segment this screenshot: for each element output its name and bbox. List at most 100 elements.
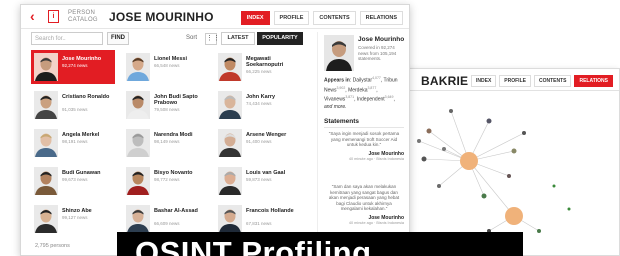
person-photo [34, 91, 58, 119]
search-input[interactable]: Search for.. [31, 32, 103, 45]
person-name: Budi Gunawan [62, 170, 101, 176]
statement-item: "Saya ingin menjadi sosok pertama yang m… [324, 131, 404, 162]
profile-description: Covered in 92,274 news from 105,194 stat… [358, 45, 397, 61]
person-news-count: 98,149 news [154, 139, 180, 144]
person-photo [218, 167, 242, 195]
source-link[interactable]: Independent [357, 97, 385, 103]
relations-window: BAKRIE INDEX PROFILE CONTENTS RELATIONS [388, 68, 620, 256]
appears-in: Appears in: Dailystar4,077, Tribun News3… [324, 76, 398, 110]
chevron-left-icon[interactable]: ‹ [30, 9, 35, 23]
page-title: JOSE MOURINHO [109, 10, 214, 24]
relations-header: BAKRIE INDEX PROFILE CONTENTS RELATIONS [389, 69, 619, 91]
person-news-count: 66,225 news [246, 69, 272, 74]
person-news-count: 66,548 news [154, 63, 180, 68]
person-news-count: 74,434 news [246, 101, 272, 106]
person-card[interactable]: Lionel Messi 66,548 news [123, 50, 207, 84]
source-link[interactable]: Merdeka [348, 87, 367, 93]
person-news-count: 98,772 news [154, 177, 180, 182]
person-card[interactable]: Francois Hollande 67,831 news [215, 202, 299, 236]
person-card[interactable]: Arsene Wenger 91,400 news [215, 126, 299, 160]
person-news-count: 99,127 news [62, 215, 88, 220]
profile-name: Jose Mourinho [358, 36, 405, 43]
statement-item: "Sam dan saya akan melakukan kemitraan y… [324, 184, 404, 226]
title-banner: OSINT Profiling [117, 232, 523, 256]
person-news-count: 59,873 news [246, 177, 272, 182]
person-photo [218, 129, 242, 157]
person-card[interactable]: Budi Gunawan 99,673 news [31, 164, 115, 198]
tab-relations[interactable]: RELATIONS [574, 75, 613, 87]
person-photo [34, 53, 58, 81]
person-news-count: 66,609 news [154, 221, 180, 226]
person-name: Arsene Wenger [246, 132, 287, 138]
sort-popularity-button[interactable]: POPULARITY [257, 32, 303, 45]
person-name: Louis van Gaal [246, 170, 286, 176]
person-card[interactable]: Narendra Modi 98,149 news [123, 126, 207, 160]
appears-label: Appears in [324, 77, 350, 84]
person-card[interactable]: John Karry 74,434 news [215, 88, 299, 122]
graph-nodes [417, 109, 571, 233]
person-card[interactable]: Bashar Al-Assad 66,609 news [123, 202, 207, 236]
person-news-count: 99,673 news [62, 177, 88, 182]
person-photo [126, 53, 150, 81]
sort-latest-button[interactable]: LATEST [221, 32, 255, 45]
tab-index[interactable]: INDEX [471, 75, 497, 87]
source-link[interactable]: Dailystar [353, 78, 372, 84]
main-tabs: INDEX PROFILE CONTENTS RELATIONS [240, 11, 403, 25]
person-name: Shinzo Abe [62, 208, 92, 214]
source-link[interactable]: Vivanews [324, 97, 345, 103]
person-card[interactable]: Bisyo Novanto 98,772 news [123, 164, 207, 198]
person-photo [34, 167, 58, 195]
statement-meta: 40 minute ago · Bisnis Indonesia [348, 156, 404, 161]
relations-title: BAKRIE [421, 74, 469, 88]
person-card[interactable]: John Budi Sapto Prabowo 79,508 news [123, 88, 207, 122]
search-toolbar: Search for.. FIND Sort ⋮⋮ LATEST POPULAR… [31, 32, 309, 46]
person-photo [126, 91, 150, 119]
person-name: Bisyo Novanto [154, 170, 193, 176]
person-name: Bashar Al-Assad [154, 208, 198, 214]
person-card[interactable]: Shinzo Abe 99,127 news [31, 202, 115, 236]
tab-index[interactable]: INDEX [240, 11, 270, 25]
person-photo [126, 205, 150, 233]
tab-contents[interactable]: CONTENTS [533, 75, 572, 87]
statements-heading: Statements [324, 118, 404, 128]
person-name: John Karry [246, 94, 276, 100]
banner-text: OSINT Profiling [135, 235, 372, 256]
person-photo [218, 205, 242, 233]
catalog-label: PERSON CATALOG [68, 10, 98, 23]
tab-profile[interactable]: PROFILE [273, 11, 310, 25]
tab-profile[interactable]: PROFILE [499, 75, 531, 87]
relations-tabs: INDEX PROFILE CONTENTS RELATIONS [471, 75, 613, 87]
person-card[interactable]: Jose Mourinho 92,274 news [31, 50, 115, 84]
tab-contents[interactable]: CONTENTS [313, 11, 356, 25]
person-photo [126, 167, 150, 195]
person-news-count: 79,508 news [154, 107, 180, 112]
person-photo [34, 205, 58, 233]
person-name: John Budi Sapto Prabowo [154, 94, 198, 106]
person-news-count: 98,191 news [62, 139, 88, 144]
profile-catalog-window: ‹ i PERSON CATALOG JOSE MOURINHO INDEX P… [20, 4, 410, 256]
person-card[interactable]: Cristiano Ronaldo 91,035 news [31, 88, 115, 122]
person-photo [126, 129, 150, 157]
persons-count: 2,795 persons [35, 243, 70, 249]
person-card[interactable]: Megawati Soekarnoputri 66,225 news [215, 50, 299, 84]
statement-text: "Sam dan saya akan melakukan kemitraan y… [328, 184, 400, 211]
person-name: Narendra Modi [154, 132, 193, 138]
person-name: Cristiano Ronaldo [62, 94, 110, 100]
person-news-count: 67,831 news [246, 221, 272, 226]
tab-relations[interactable]: RELATIONS [359, 11, 403, 25]
person-card[interactable]: Angela Merkel 98,191 news [31, 126, 115, 160]
statement-meta: 40 minute ago · Bisnis Indonesia [348, 220, 404, 225]
person-card[interactable]: Louis van Gaal 59,873 news [215, 164, 299, 198]
person-name: Angela Merkel [62, 132, 100, 138]
person-photo [218, 53, 242, 81]
catalog-book-icon: i [48, 10, 59, 23]
find-button[interactable]: FIND [107, 32, 129, 45]
catalog-header: ‹ i PERSON CATALOG JOSE MOURINHO INDEX P… [21, 5, 409, 29]
person-photo [34, 129, 58, 157]
grid-view-icon[interactable]: ⋮⋮ [205, 33, 220, 45]
person-name: Lionel Messi [154, 56, 188, 62]
profile-photo [324, 35, 354, 71]
person-news-count: 92,274 news [62, 63, 88, 68]
person-news-count: 91,035 news [62, 107, 88, 112]
graph-node-secondary [505, 207, 523, 225]
